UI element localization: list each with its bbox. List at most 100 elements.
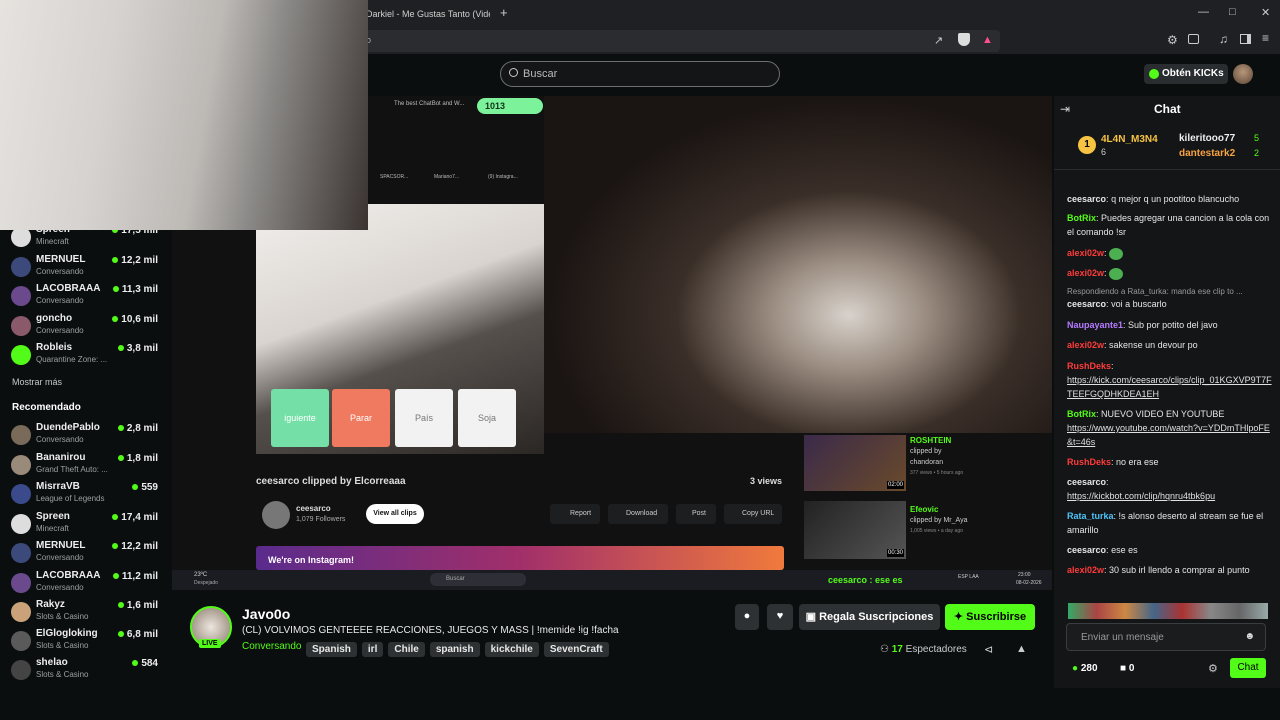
chat-message: BotRix: NUEVO VIDEO EN YOUTUBE https://ww… [1067, 409, 1270, 447]
channel-name: DuendePablo [36, 422, 100, 433]
sidebar-item-recommended[interactable]: Rakyz Slots & Casino 1,6 mil [0, 597, 168, 626]
avatar [11, 455, 31, 475]
sidebar-item-recommended[interactable]: ElGlogloking Slots & Casino 6,8 mil [0, 626, 168, 655]
chat-link[interactable]: https://kickbot.com/clip/hqnru4tbk6pu [1067, 491, 1215, 501]
address-bar[interactable]: o [360, 30, 1000, 52]
taskbar-weather: Despejado [194, 580, 218, 586]
tag[interactable]: spanish [429, 642, 480, 657]
streamer-name[interactable]: Javo0o [242, 606, 290, 622]
copy-url-button[interactable]: Copy URL [724, 504, 782, 524]
browser-tab[interactable]: Darkiel - Me Gustas Tanto (Video [360, 4, 490, 24]
clip-video[interactable]: iguiente Parar País Soja [256, 204, 544, 454]
share-icon[interactable]: ↗ [934, 34, 943, 47]
counter-badge: 1013 [477, 98, 543, 114]
leader-name[interactable]: 4L4N_M3N4 [1101, 134, 1158, 145]
shield-icon[interactable] [958, 33, 970, 46]
maximize-icon[interactable]: □ [1229, 6, 1236, 18]
sidebar-item-recommended[interactable]: MisrraVB League of Legends 559 [0, 479, 168, 508]
chat-settings-icon[interactable]: ⚙ [1208, 662, 1218, 675]
collapse-chat-icon[interactable]: ⇥ [1060, 102, 1070, 116]
brave-rewards-icon[interactable]: ▲ [982, 34, 993, 46]
chat-message: alexi02w: [1067, 266, 1272, 280]
sidebar-item-following[interactable]: MERNUEL Conversando 12,2 mil [0, 252, 168, 281]
channel-name: MERNUEL [36, 540, 86, 551]
inner-tab-1: SPACSOR... [380, 174, 409, 180]
show-more-link[interactable]: Mostrar más [12, 377, 62, 387]
side-clip-title[interactable]: Efeovic [910, 505, 938, 514]
wallet-icon[interactable] [1188, 34, 1199, 44]
chat-message: Naupayante1: Sub por potito del javo [1067, 320, 1218, 330]
channel-category: Conversando [36, 553, 84, 562]
report-button[interactable]: Report [550, 504, 600, 524]
menu-icon[interactable]: ≡ [1262, 31, 1269, 45]
game-button-next[interactable]: iguiente [271, 389, 329, 447]
sidebar-item-recommended[interactable]: MERNUEL Conversando 12,2 mil [0, 538, 168, 567]
emoji-icon[interactable]: ☻ [1244, 631, 1255, 642]
user-avatar[interactable] [1233, 64, 1253, 84]
chat-panel: ⇥ Chat 1 4L4N_M3N4 6 kileritooo77 5 dant… [1054, 96, 1280, 688]
chat-send-button[interactable]: Chat [1230, 658, 1266, 678]
close-icon[interactable]: ✕ [1261, 6, 1270, 19]
sidebar-item-following[interactable]: Robleis Quarantine Zone: ... 3,8 mil [0, 340, 168, 369]
extensions-icon[interactable]: ⚙ [1167, 33, 1178, 47]
sidebar-item-recommended[interactable]: DuendePablo Conversando 2,8 mil [0, 420, 168, 449]
tag[interactable]: irl [361, 642, 384, 657]
sidebar-item-recommended[interactable]: Bananirou Grand Theft Auto: ... 1,8 mil [0, 450, 168, 479]
game-button-stop[interactable]: Parar [332, 389, 390, 447]
taskbar: 23ºC Despejado Buscar ceesarco : ese es … [172, 570, 1052, 590]
clip-channel-name[interactable]: ceesarco [296, 504, 331, 513]
tag[interactable]: kickchile [484, 642, 539, 657]
sidebar-item-following[interactable]: LACOBRAAA Conversando 11,3 mil [0, 281, 168, 310]
kicks-display[interactable]: ■ 0 [1120, 663, 1134, 674]
points-icon: ● [1072, 663, 1081, 674]
tag[interactable]: Chile [388, 642, 425, 657]
sidebar-item-recommended[interactable]: shelao Slots & Casino 584 [0, 655, 168, 684]
gift-subs-button[interactable]: ▣ Regala Suscripciones [799, 604, 940, 630]
clip-duration: 02:00 [886, 481, 904, 489]
sidebar-toggle-icon[interactable] [1240, 34, 1251, 44]
get-kicks-button[interactable]: Obtén KICKs [1144, 64, 1228, 84]
chat-link[interactable]: https://www.youtube.com/watch?v=YDDmTHlp… [1067, 423, 1270, 447]
leader-name[interactable]: kileritooo77 [1179, 133, 1235, 144]
sidebar-item-recommended[interactable]: LACOBRAAA Conversando 11,2 mil [0, 568, 168, 597]
side-clip-title[interactable]: ROSHTEIN [910, 436, 951, 445]
chat-input[interactable]: Enviar un mensaje ☻ [1066, 623, 1266, 651]
side-clip-thumb[interactable]: 02:00 [804, 435, 906, 491]
chat-link[interactable]: https://kick.com/ceesarco/clips/clip_01K… [1067, 375, 1272, 399]
search-input[interactable]: Buscar [500, 61, 780, 87]
avatar [11, 316, 31, 336]
download-button[interactable]: Download [608, 504, 668, 524]
follow-button[interactable]: ♥ [767, 604, 793, 630]
chat-title: Chat [1154, 102, 1181, 116]
leader-count: 5 [1254, 133, 1260, 143]
inner-tab-3: (9) Instagra... [488, 174, 518, 180]
game-button-country[interactable]: País [395, 389, 453, 447]
notifications-button[interactable]: ● [735, 604, 759, 630]
share-icon[interactable]: ⊲ [984, 643, 993, 656]
report-icon[interactable]: ▲ [1016, 643, 1027, 655]
leader-name[interactable]: dantestark2 [1179, 148, 1235, 159]
tag[interactable]: SevenCraft [543, 642, 609, 657]
viewer-count: 12,2 mil [112, 255, 158, 266]
side-clip-thumb[interactable]: 00:30 [804, 501, 906, 559]
chat-message: ceesarco: ese es [1067, 545, 1138, 555]
leader-count: 6 [1101, 147, 1107, 157]
game-button-soy[interactable]: Soja [458, 389, 516, 447]
channel-name: Spreen [36, 511, 70, 522]
viewer-count: 1,6 mil [117, 600, 158, 611]
viewer-count: 12,2 mil [112, 541, 158, 552]
new-tab-button[interactable]: + [500, 5, 508, 20]
stream-title: (CL) VOLVIMOS GENTEEEE REACCIONES, JUEGO… [242, 625, 619, 636]
post-button[interactable]: Post [676, 504, 716, 524]
sidebar-item-recommended[interactable]: Spreen Minecraft 17,4 mil [0, 509, 168, 538]
minimize-icon[interactable]: — [1198, 6, 1209, 18]
sidebar-item-following[interactable]: goncho Conversando 10,6 mil [0, 311, 168, 340]
media-icon[interactable]: ♫ [1219, 32, 1228, 46]
side-clip-meta: 1,005 views • a day ago [910, 528, 963, 534]
stream-category[interactable]: Conversando [242, 641, 301, 652]
points-display[interactable]: ● 280 [1072, 663, 1098, 674]
view-all-clips-button[interactable]: View all clips [366, 504, 424, 524]
subscribe-button[interactable]: ✦ Suscribirse [945, 604, 1035, 630]
tag[interactable]: Spanish [306, 642, 357, 657]
viewer-count: 1,8 mil [117, 453, 158, 464]
